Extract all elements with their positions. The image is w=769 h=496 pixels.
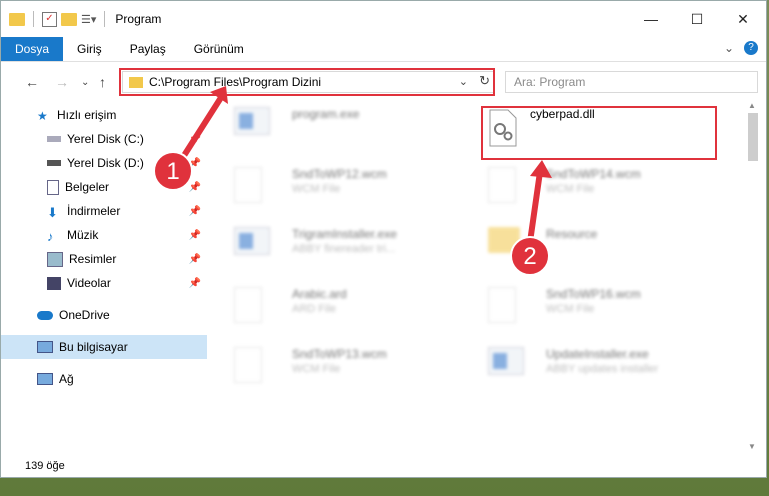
annotation-arrows [175, 86, 552, 245]
step-2-badge: 2 [510, 236, 550, 276]
step-1-badge: 1 [153, 151, 193, 191]
